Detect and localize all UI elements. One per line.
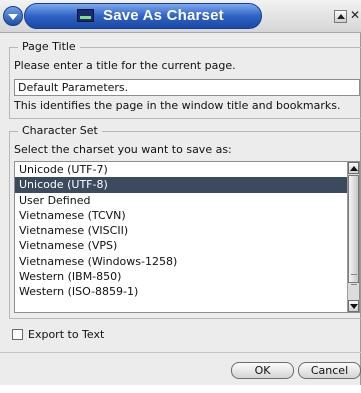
maximize-button[interactable] [334, 10, 347, 23]
ok-button[interactable]: OK [231, 362, 294, 379]
scroll-up-button[interactable] [348, 162, 359, 174]
page-title-prompt: Please enter a title for the current pag… [14, 59, 236, 72]
title-pill[interactable]: Save As Charset [24, 3, 262, 29]
window-menu-button[interactable] [3, 6, 23, 26]
scroll-down-button[interactable] [348, 300, 359, 312]
close-icon: ✕ [350, 8, 361, 22]
triangle-up-icon [337, 14, 345, 19]
list-item[interactable]: Unicode (UTF-7) [15, 162, 359, 177]
export-to-text-label[interactable]: Export to Text [28, 328, 104, 341]
scroll-thumb[interactable] [348, 175, 359, 285]
list-item[interactable]: Western (ISO-8859-1) [15, 284, 359, 299]
close-button[interactable]: ✕ [350, 8, 361, 23]
save-as-charset-dialog: Save As Charset ✕ Page Title Please ente… [0, 0, 361, 385]
title-bar[interactable]: Save As Charset ✕ [0, 0, 361, 33]
chevron-down-icon [8, 14, 18, 20]
list-item[interactable]: Western (IBM-850) [15, 269, 359, 284]
charset-window-icon [77, 9, 94, 22]
page-title-hint: This identifies the page in the window t… [14, 99, 341, 112]
triangle-down-icon [350, 304, 358, 309]
charset-prompt: Select the charset you want to save as: [14, 143, 232, 156]
charset-list-scrollbar[interactable] [347, 162, 359, 312]
button-divider [0, 352, 361, 353]
cancel-button[interactable]: Cancel [298, 362, 361, 379]
page-title-legend: Page Title [18, 40, 80, 53]
charset-list-items: Unicode (UTF-7) Unicode (UTF-8) User Def… [15, 162, 359, 299]
list-item-selected[interactable]: Unicode (UTF-8) [15, 177, 359, 193]
list-item[interactable]: User Defined [15, 193, 359, 208]
character-set-legend: Character Set [18, 124, 102, 137]
grip-icon [351, 274, 357, 285]
list-item[interactable]: Vietnamese (Windows-1258) [15, 254, 359, 269]
list-item[interactable]: Vietnamese (VPS) [15, 238, 359, 253]
charset-list[interactable]: Unicode (UTF-7) Unicode (UTF-8) User Def… [14, 161, 360, 313]
page-title-field[interactable]: Default Parameters. [14, 79, 360, 96]
window-title: Save As Charset [103, 7, 224, 24]
list-item[interactable]: Vietnamese (VISCII) [15, 223, 359, 238]
export-to-text-checkbox[interactable] [12, 329, 23, 340]
triangle-up-icon [350, 166, 358, 171]
list-item[interactable]: Vietnamese (TCVN) [15, 208, 359, 223]
